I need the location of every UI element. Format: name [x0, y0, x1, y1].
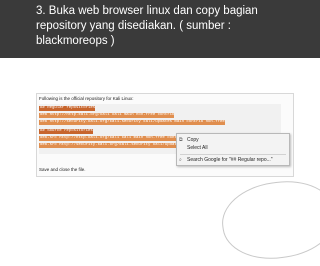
save-instruction: Save and close the file. — [39, 167, 86, 172]
repo-line[interactable]: deb http://security.kali.org/kali-securi… — [39, 120, 225, 125]
context-menu: ⧉ Copy Select All ⌕ Search Google for "#… — [176, 133, 290, 166]
repo-line[interactable]: deb-src http://http.kali.org/kali kali m… — [39, 136, 185, 141]
slide-header: 3. Buka web browser linux dan copy bagia… — [0, 0, 320, 58]
menu-item-copy[interactable]: Copy — [187, 137, 199, 143]
repo-line[interactable]: ## Regular repositories — [39, 106, 96, 111]
menu-item-select-all[interactable]: Select All — [187, 145, 208, 151]
decorative-curve — [217, 174, 320, 266]
menu-item-search-google[interactable]: Search Google for "## Regular repo..." — [187, 157, 273, 163]
menu-divider — [180, 154, 286, 155]
copy-icon: ⧉ — [179, 137, 183, 143]
slide-title: 3. Buka web browser linux dan copy bagia… — [36, 5, 258, 47]
repo-line[interactable]: ## Source repositories — [39, 129, 93, 134]
intro-text: Following is the official repository for… — [39, 96, 134, 101]
repo-line[interactable]: deb http://http.kali.org/kali kali main … — [39, 113, 175, 118]
search-icon: ⌕ — [179, 157, 182, 163]
